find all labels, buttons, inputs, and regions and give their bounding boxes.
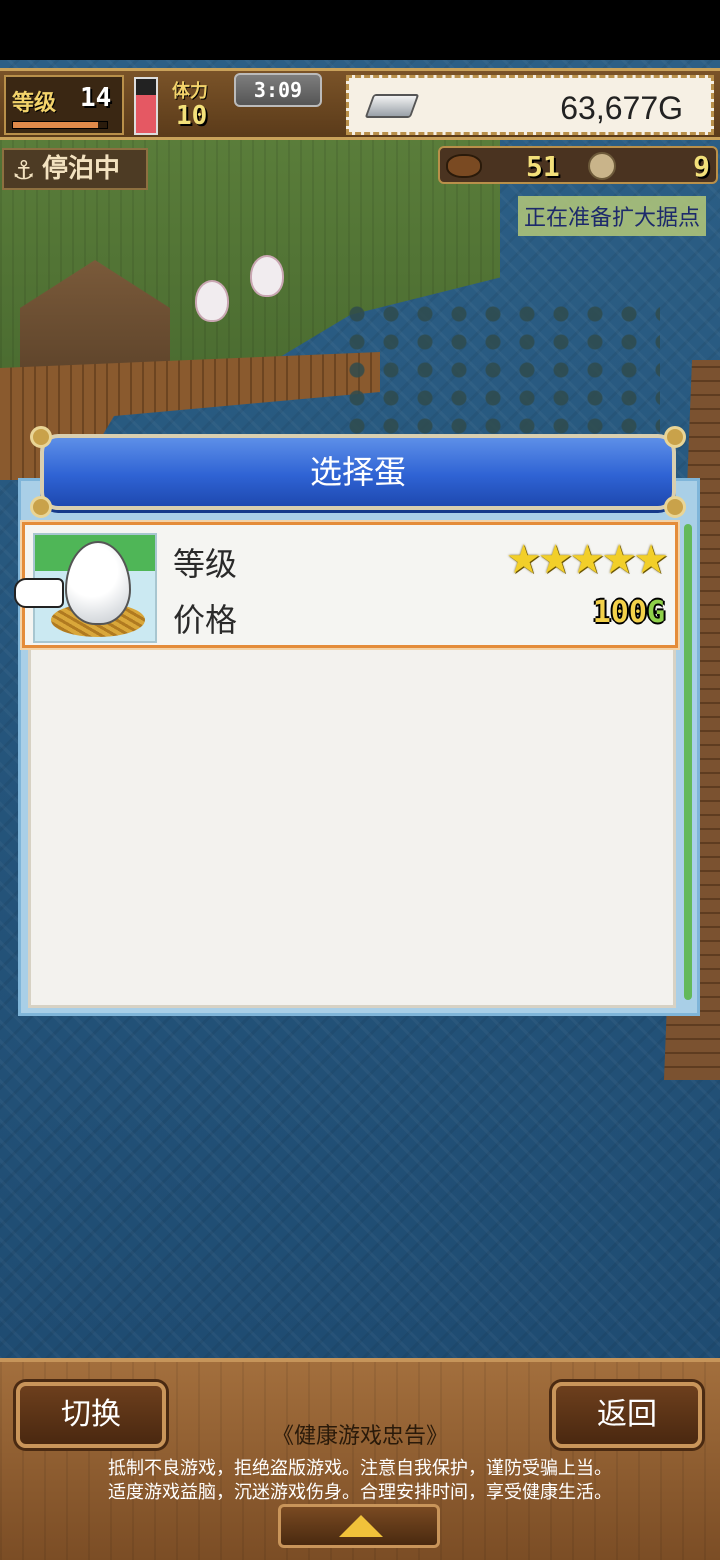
price-number: 100 — [592, 595, 647, 630]
stamina-value: 10 — [176, 101, 208, 131]
level-progress-bar — [12, 121, 108, 129]
health-notice-title: 《健康游戏忠告》 — [271, 1424, 448, 1449]
price-value: 100G — [593, 595, 665, 630]
stamina-timer: 3:09 — [234, 73, 322, 107]
egg-icon — [65, 541, 131, 625]
level-label: 等级 — [12, 91, 57, 116]
dialog-header: 选择蛋 — [30, 426, 686, 518]
top-hud: 等级 14 体力 10 3:09 63,677G — [0, 68, 720, 140]
anchor-icon: ⚓ — [12, 156, 36, 186]
nest-egg-decoration — [195, 280, 229, 322]
medal-icon — [588, 152, 616, 180]
level-progress-fill — [13, 122, 98, 128]
price-unit: G — [646, 595, 665, 630]
resource-bar: 51 9 — [438, 146, 718, 184]
list-scrollbar[interactable] — [684, 524, 692, 1000]
stamina-label: 体力 — [172, 81, 208, 102]
resource-b-count: 9 — [693, 150, 710, 183]
grade-stars: ★★★★★ — [505, 537, 669, 583]
moored-status: ⚓ 停泊中 — [2, 148, 148, 190]
price-label: 价格 — [173, 601, 238, 639]
silver-bar-icon — [364, 94, 420, 118]
stamina-fill — [136, 95, 156, 133]
expand-notice: 正在准备扩大据点 — [517, 196, 706, 236]
gold-amount: 63,677G — [560, 90, 683, 126]
nest-egg-decoration — [250, 255, 284, 297]
moored-label: 停泊中 — [42, 154, 121, 184]
up-arrow-icon — [339, 1515, 383, 1537]
dialog-title: 选择蛋 — [309, 453, 406, 491]
level-panel: 等级 14 — [4, 75, 124, 135]
pointing-hand-icon — [14, 578, 64, 608]
resource-a-count: 51 — [526, 150, 560, 183]
expand-menu-button[interactable] — [278, 1504, 440, 1548]
level-value: 14 — [80, 83, 112, 113]
stamina-gauge — [134, 77, 158, 135]
gold-panel: 63,677G — [346, 75, 714, 135]
barrel-icon — [446, 154, 482, 178]
health-notice-line-2: 适度游戏益脑，沉迷游戏伤身。合理安排时间，享受健康生活。 — [108, 1482, 612, 1503]
list-item-egg[interactable]: 等级 ★★★★★ 价格 100G — [20, 520, 680, 650]
health-notice-line-1: 抵制不良游戏，拒绝盗版游戏。注意自我保护，谨防受骗上当。 — [108, 1458, 612, 1479]
grade-label: 等级 — [173, 545, 238, 583]
